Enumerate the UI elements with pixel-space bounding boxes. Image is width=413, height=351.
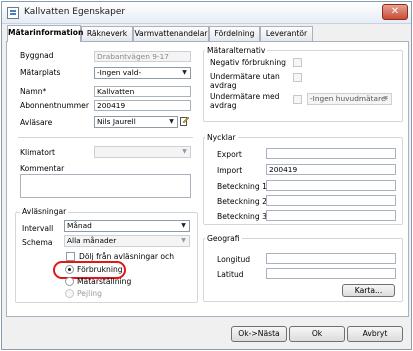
dolj-checkbox[interactable]	[66, 252, 75, 261]
chevron-down-icon: ▼	[181, 222, 186, 229]
nycklar-group-label: Nycklar	[205, 133, 238, 142]
schema-value: Alla månader	[67, 236, 117, 245]
tab-varmvattenandelar[interactable]: Varmvattenandelar	[133, 26, 209, 41]
huvudmatare-value: -Ingen huvudmätare-	[310, 94, 389, 103]
beteckning2-field[interactable]	[266, 195, 396, 206]
window-title: Kallvatten Egenskaper	[24, 7, 126, 17]
kommentar-label: Kommentar	[20, 164, 65, 173]
chevron-down-icon: ▼	[182, 69, 187, 76]
kommentar-textarea[interactable]	[20, 174, 191, 198]
close-button[interactable]: ✕	[382, 4, 408, 20]
beteckning1-field[interactable]	[266, 180, 396, 191]
beteckning3-label: Beteckning 3	[217, 212, 267, 221]
matarplats-value: -Ingen vald-	[97, 68, 142, 77]
edit-icon[interactable]	[180, 116, 189, 126]
intervall-label: Intervall	[22, 224, 54, 233]
forbrukning-label: Förbrukning	[77, 265, 123, 274]
geografi-group-label: Geografi	[205, 234, 242, 243]
abonnentnummer-label: Abonnentnummer	[20, 101, 89, 110]
undermatare-med-label-line1: Undermätare med	[210, 92, 280, 101]
radio-pejling	[65, 289, 74, 298]
undermatare-med-checkbox[interactable]	[293, 95, 302, 104]
matarplats-label: Mätarplats	[20, 68, 61, 77]
klimatort-label: Klimatort	[20, 148, 55, 157]
tab-panel: Byggnad Drabantvägen 9-17 Mätarplats -In…	[6, 41, 409, 317]
namn-label: Namn*	[20, 87, 47, 96]
negativ-forbrukning-label: Negativ förbrukning	[210, 58, 286, 67]
ok-nasta-button[interactable]: Ok->Nästa	[231, 326, 287, 342]
huvudmatare-select: -Ingen huvudmätare- ▼	[307, 93, 392, 105]
mataralternativ-group-label: Mätaralternativ	[205, 46, 268, 55]
window-icon	[7, 7, 19, 19]
tab-leverantor[interactable]: Leverantör	[260, 26, 313, 41]
undermatare-utan-label-line1: Undermätare utan	[210, 72, 280, 81]
matarstallning-label: Mätarställning	[77, 277, 132, 286]
separator	[18, 137, 193, 138]
tab-rakneverk[interactable]: Räkneverk	[81, 26, 133, 41]
undermatare-utan-label-line2: avdrag	[210, 81, 237, 90]
negativ-forbrukning-checkbox[interactable]	[293, 58, 302, 67]
avbryt-button[interactable]: Avbryt	[347, 326, 403, 342]
byggnad-field: Drabantvägen 9-17	[94, 51, 191, 62]
abonnentnummer-field[interactable]: 200419	[94, 100, 191, 111]
avlasare-value: Nils Jaurell	[97, 117, 136, 126]
chevron-down-icon: ▼	[182, 148, 187, 155]
klimatort-select: ▼	[94, 146, 191, 158]
schema-label: Schema	[22, 238, 53, 247]
pejling-label: Pejling	[77, 289, 102, 298]
longitud-label: Longitud	[217, 255, 251, 264]
tab-fordelning[interactable]: Fördelning	[209, 26, 260, 41]
beteckning2-label: Beteckning 2	[217, 197, 267, 206]
beteckning3-field[interactable]	[266, 210, 396, 221]
avlasare-select[interactable]: Nils Jaurell ▼	[94, 116, 178, 128]
latitud-field[interactable]	[266, 268, 396, 279]
radio-matarstallning[interactable]	[65, 277, 74, 286]
chevron-down-icon: ▼	[181, 237, 186, 244]
ok-button[interactable]: Ok	[289, 326, 345, 342]
latitud-label: Latitud	[217, 270, 244, 279]
dolj-label: Dölj från avläsningar och	[79, 252, 175, 261]
import-label: Import	[217, 166, 243, 175]
byggnad-label: Byggnad	[20, 51, 54, 60]
namn-field[interactable]: Kallvatten	[94, 86, 191, 97]
export-label: Export	[217, 150, 242, 159]
avlasare-label: Avläsare	[20, 118, 53, 127]
intervall-value: Månad	[67, 221, 92, 230]
intervall-select[interactable]: Månad ▼	[64, 220, 190, 232]
radio-forbrukning[interactable]	[65, 265, 74, 274]
avlasningar-group-label: Avläsningar	[20, 207, 69, 216]
chevron-down-icon: ▼	[169, 118, 174, 125]
undermatare-utan-checkbox[interactable]	[293, 73, 302, 82]
title-bar: Kallvatten Egenskaper ✕	[2, 2, 411, 24]
schema-select: Alla månader ▼	[64, 235, 190, 247]
longitud-field[interactable]	[266, 253, 396, 264]
undermatare-med-label-line2: avdrag	[210, 101, 237, 110]
tab-matarinformation[interactable]: Mätarinformation	[7, 25, 83, 42]
matarplats-select[interactable]: -Ingen vald- ▼	[94, 67, 191, 79]
chevron-down-icon: ▼	[383, 95, 388, 102]
beteckning1-label: Beteckning 1	[217, 182, 267, 191]
import-field[interactable]: 200419	[266, 164, 396, 175]
karta-button[interactable]: Karta...	[342, 284, 395, 297]
properties-dialog: Kallvatten Egenskaper ✕ Mätarinformation…	[1, 1, 412, 350]
export-field[interactable]	[266, 148, 396, 159]
